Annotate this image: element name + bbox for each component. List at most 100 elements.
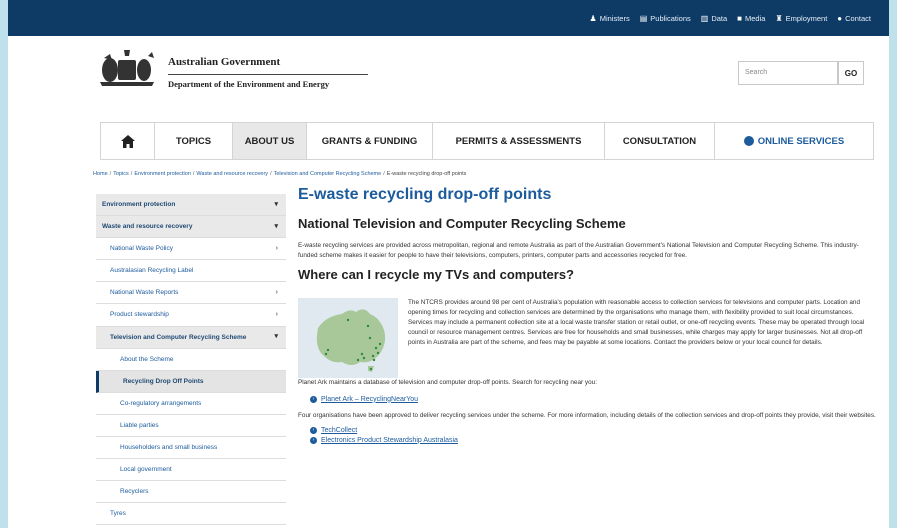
utility-link-ministers[interactable]: ♟ Ministers	[590, 14, 630, 23]
sidebar-item[interactable]: Recyclers	[96, 481, 286, 504]
access-paragraph: The NTCRS provides around 98 per cent of…	[408, 298, 865, 346]
sidebar-item[interactable]: Product stewardship ›	[96, 304, 286, 327]
home-icon	[120, 134, 135, 148]
utility-link-label: Data	[711, 13, 728, 23]
government-name: Australian Government	[168, 56, 281, 68]
sidebar-item[interactable]: Local government	[96, 459, 286, 482]
utility-link-label: Employment	[785, 13, 828, 23]
breadcrumb-separator: /	[192, 171, 195, 177]
sidebar-item-label: Television and Computer Recycling Scheme	[110, 333, 247, 341]
breadcrumb: Home / Topics / Environment protection / Waste…	[93, 171, 466, 177]
planet-ark-link[interactable]: › Planet Ark – RecyclingNearYou	[310, 395, 878, 403]
sidebar-item-label: Waste and resource recovery	[102, 223, 193, 231]
chevron-right-icon[interactable]: ›	[276, 288, 278, 298]
page: ♟ Ministers ▤ Publications ▥ Data ■ Media ♜ Emplo…	[8, 0, 889, 528]
chevron-right-icon[interactable]: ›	[276, 310, 278, 320]
camera-icon: ■	[737, 13, 742, 23]
link-arrow-icon: ›	[310, 426, 317, 434]
breadcrumb-link[interactable]: Waste and resource recovery	[196, 171, 268, 177]
sidebar-item-label: Local government	[120, 466, 172, 474]
planet-ark-paragraph: Planet Ark maintains a database of telev…	[298, 378, 597, 386]
sidebar-item-label: National Waste Reports	[110, 289, 179, 297]
government-name-block: Australian Government Department of the …	[168, 56, 368, 89]
people-icon: ♜	[775, 13, 783, 23]
sidebar-item-label: National Waste Policy	[110, 245, 173, 253]
epsa-link[interactable]: › Electronics Product Stewardship Austra…	[310, 436, 878, 444]
sidebar-item-label: Co-regulatory arrangements	[120, 399, 202, 407]
planet-ark-link-label: Planet Ark – RecyclingNearYou	[321, 395, 419, 403]
main-nav: TOPICS ABOUT US GRANTS & FUNDING PERMITS…	[100, 122, 874, 160]
online-services-label: ONLINE SERVICES	[757, 135, 845, 147]
nav-permits-assessments[interactable]: PERMITS & ASSESSMENTS	[433, 123, 605, 159]
breadcrumb-link[interactable]: Topics	[113, 171, 129, 177]
chat-icon: ●	[837, 13, 843, 23]
sidebar-item[interactable]: Householders and small business	[96, 437, 286, 460]
search-input[interactable]: Search	[738, 61, 838, 85]
search-go-button[interactable]: GO	[838, 61, 864, 85]
chevron-down-icon[interactable]: ▾	[274, 332, 278, 342]
utility-link-data[interactable]: ▥ Data	[701, 14, 727, 23]
australia-map-image[interactable]	[298, 297, 398, 378]
sidebar-item[interactable]: Television and Computer Recycling Scheme…	[96, 326, 286, 349]
utility-link-label: Ministers	[599, 13, 630, 23]
department-name: Department of the Environment and Energy	[168, 74, 368, 89]
utility-link-publications[interactable]: ▤ Publications	[640, 14, 691, 23]
utility-bar: ♟ Ministers ▤ Publications ▥ Data ■ Media ♜ Emplo…	[8, 0, 889, 36]
nav-about-us[interactable]: ABOUT US	[233, 123, 307, 159]
breadcrumb-link[interactable]: Television and Computer Recycling Scheme	[274, 171, 382, 177]
bar-chart-icon: ▥	[700, 13, 709, 23]
sidebar-item-label: Environment protection	[102, 201, 176, 208]
sidebar-item-label: Recyclers	[120, 488, 149, 496]
sidebar-item[interactable]: Waste and resource recovery ▾	[96, 216, 286, 239]
sidebar-item[interactable]: Australasian Recycling Label	[96, 260, 286, 283]
sidebar-item-label: Householders and small business	[120, 444, 218, 452]
breadcrumb-link[interactable]: Home	[93, 171, 108, 177]
section-heading: Where can I recycle my TVs and computers…	[298, 266, 574, 282]
coat-of-arms-logo[interactable]	[96, 48, 158, 88]
organisations-paragraph: Four organisations have been approved to…	[298, 411, 876, 419]
utility-link-contact[interactable]: ● Contact	[837, 14, 871, 23]
sidebar-item[interactable]: Tyres	[96, 503, 286, 526]
person-icon: ♟	[589, 13, 597, 23]
online-services-icon	[743, 136, 754, 146]
link-arrow-icon: ›	[310, 395, 317, 403]
techcollect-link-label: TechCollect	[321, 426, 358, 434]
chevron-down-icon[interactable]: ▾	[274, 200, 278, 210]
breadcrumb-link[interactable]: Environment protection	[134, 171, 191, 177]
sidebar-item-label: Tyres	[110, 510, 126, 518]
sidebar-item[interactable]: About the Scheme	[96, 349, 286, 371]
sidebar-item[interactable]: Co-regulatory arrangements	[96, 393, 286, 415]
chevron-right-icon[interactable]: ›	[276, 244, 278, 254]
nav-consultation[interactable]: CONSULTATION	[605, 123, 715, 159]
sidebar-item-label: Recycling Drop Off Points	[123, 377, 204, 385]
nav-grants-funding[interactable]: GRANTS & FUNDING	[307, 123, 433, 159]
header: Australian Government Department of the …	[8, 36, 889, 112]
breadcrumb-separator: /	[130, 171, 133, 177]
sidebar-item-label: Product stewardship	[110, 311, 169, 319]
techcollect-link[interactable]: › TechCollect	[310, 426, 878, 434]
document-icon: ▤	[639, 13, 648, 23]
utility-link-media[interactable]: ■ Media	[737, 14, 765, 23]
chevron-down-icon[interactable]: ▾	[274, 222, 278, 232]
utility-link-label: Contact	[845, 13, 871, 23]
main-content: E-waste recycling drop-off points Nation…	[298, 186, 878, 447]
nav-home[interactable]	[101, 123, 155, 159]
sidebar-item-label: About the Scheme	[120, 355, 174, 363]
nav-topics[interactable]: TOPICS	[155, 123, 233, 159]
section-title: National Television and Computer Recycli…	[298, 216, 626, 231]
utility-link-employment[interactable]: ♜ Employment	[775, 14, 827, 23]
sidebar: Environment protection ▾ Waste and resourc…	[96, 194, 286, 528]
utility-link-label: Media	[745, 13, 766, 23]
sidebar-item[interactable]: Liable parties	[96, 415, 286, 438]
sidebar-item[interactable]: National Waste Reports ›	[96, 282, 286, 305]
breadcrumb-separator: /	[270, 171, 272, 177]
sidebar-item[interactable]: National Waste Policy ›	[96, 238, 286, 261]
sidebar-item-label: Liable parties	[120, 421, 159, 429]
map-and-text: The NTCRS provides around 98 per cent of…	[298, 290, 878, 378]
link-arrow-icon: ›	[310, 436, 317, 444]
nav-online-services[interactable]: ONLINE SERVICES	[715, 123, 873, 159]
intro-paragraph: E-waste recycling services are provided …	[298, 242, 859, 259]
sidebar-item[interactable]: Environment protection ▾	[96, 194, 286, 217]
breadcrumb-separator: /	[109, 171, 112, 177]
sidebar-item[interactable]: Recycling Drop Off Points	[96, 370, 286, 393]
